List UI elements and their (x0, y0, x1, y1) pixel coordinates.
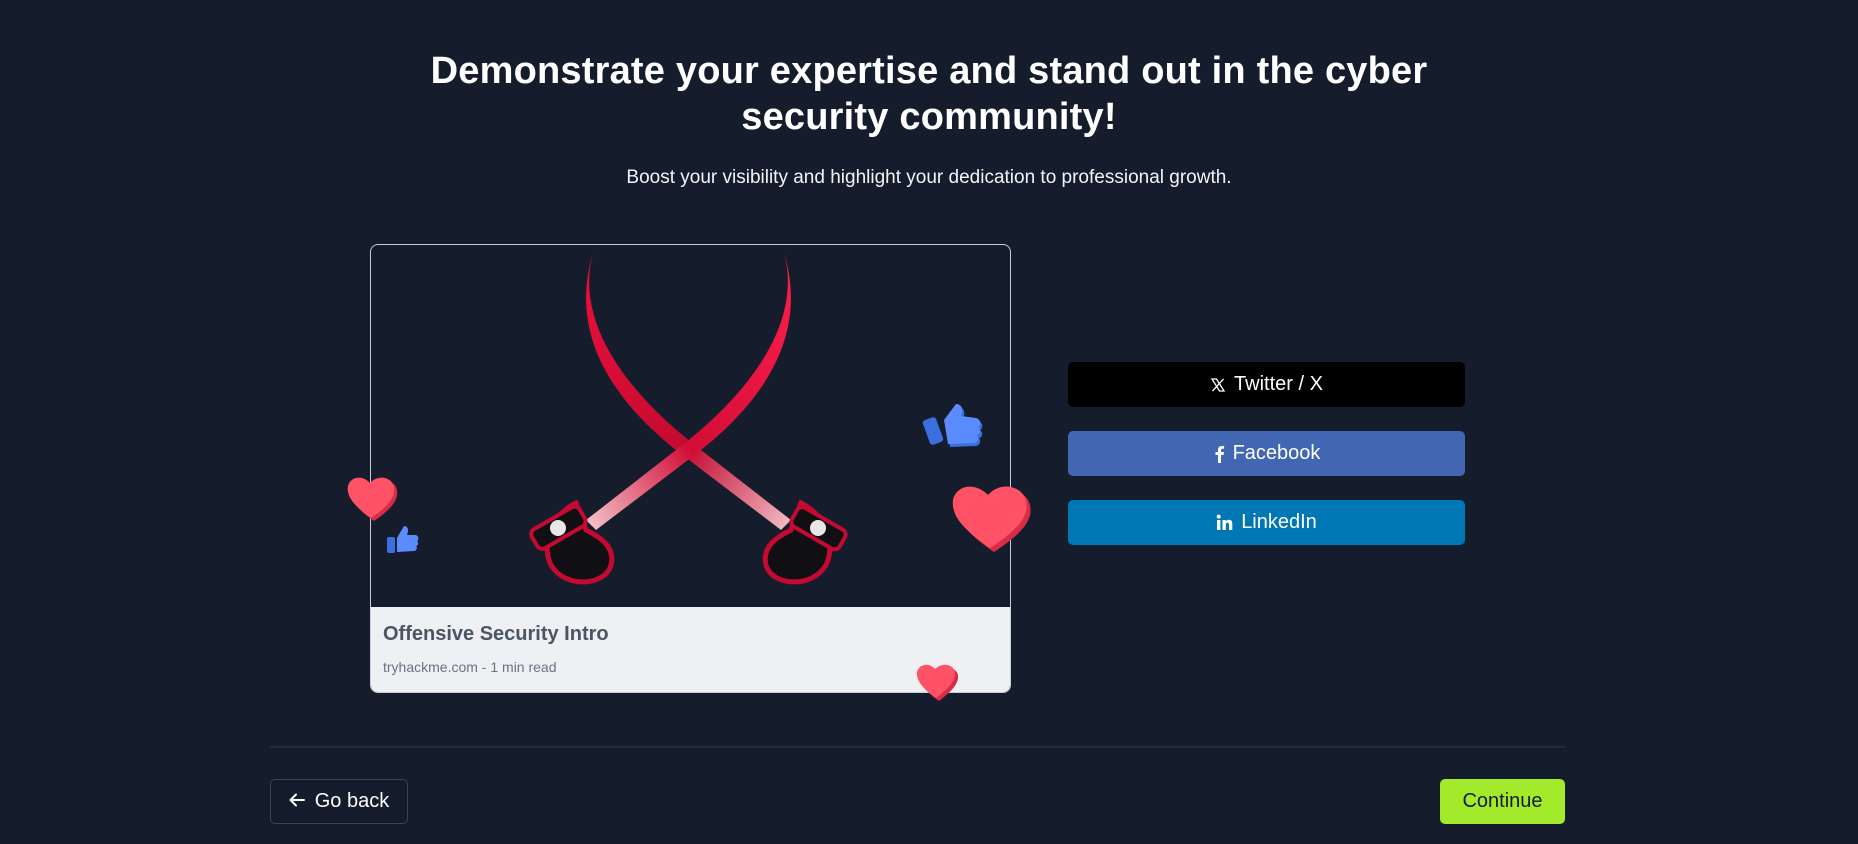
page-title-line-2: security community! (741, 96, 1117, 138)
share-achievement-page: Demonstrate your expertise and stand out… (0, 0, 1858, 844)
go-back-button[interactable]: Go back (270, 779, 408, 824)
page-subtitle: Boost your visibility and highlight your… (626, 167, 1232, 188)
arrow-left-icon (289, 790, 305, 813)
share-preview-card: Offensive Security Intro tryhackme.com -… (370, 244, 1011, 693)
share-twitter-button[interactable]: Twitter / X (1068, 362, 1465, 407)
share-linkedin-button[interactable]: LinkedIn (1068, 500, 1465, 545)
thumbs-up-icon (922, 404, 983, 447)
share-facebook-button[interactable]: Facebook (1068, 431, 1465, 476)
share-twitter-label: Twitter / X (1234, 373, 1323, 395)
heart-icon (952, 486, 1031, 552)
heart-icon (347, 477, 398, 521)
heart-icon (916, 664, 958, 701)
continue-button[interactable]: Continue (1440, 779, 1565, 824)
page-title: Demonstrate your expertise and stand out… (0, 48, 1858, 140)
share-linkedin-label: LinkedIn (1241, 511, 1317, 533)
go-back-label: Go back (314, 790, 390, 812)
share-preview-title: Offensive Security Intro (383, 623, 609, 645)
footer-divider (270, 746, 1565, 748)
thumbs-up-icon (387, 526, 419, 553)
page-title-line-1: Demonstrate your expertise and stand out… (430, 50, 1428, 92)
x-logo-icon (1210, 377, 1226, 393)
share-preview-meta: tryhackme.com - 1 min read (383, 659, 557, 675)
linkedin-logo-icon (1216, 514, 1233, 531)
crossed-swords-illustration (371, 245, 1010, 607)
facebook-logo-icon (1213, 445, 1225, 463)
continue-label: Continue (1462, 790, 1543, 812)
share-facebook-label: Facebook (1232, 442, 1321, 464)
